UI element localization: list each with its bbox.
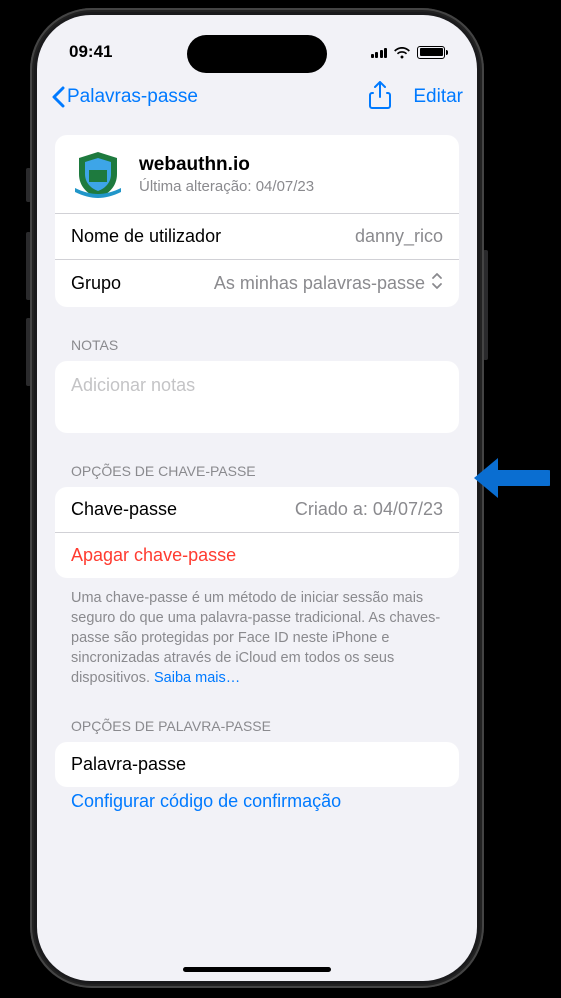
battery-icon [417, 46, 445, 59]
username-row[interactable]: Nome de utilizador danny_rico [55, 213, 459, 259]
edit-button[interactable]: Editar [413, 86, 463, 108]
passkey-info: Uma chave-passe é um método de iniciar s… [55, 578, 459, 688]
share-icon[interactable] [369, 81, 391, 114]
site-subtitle: Última alteração: 04/07/23 [139, 178, 314, 195]
status-time: 09:41 [69, 42, 112, 62]
password-label: Palavra-passe [71, 754, 186, 774]
delete-passkey-button[interactable]: Apagar chave-passe [55, 532, 459, 578]
group-row[interactable]: Grupo As minhas palavras-passe [55, 259, 459, 307]
notes-field[interactable]: Adicionar notas [55, 361, 459, 433]
navigation-bar: Palavras-passe Editar [37, 73, 477, 121]
callout-arrow-icon [470, 454, 550, 507]
setup-verification-code-button[interactable]: Configurar código de confirmação [55, 787, 459, 812]
phone-frame: 09:41 Palavras-passe Editar [30, 8, 484, 988]
passkey-card: Chave-passe Criado a: 04/07/23 Apagar ch… [55, 487, 459, 578]
account-card: webauthn.io Última alteração: 04/07/23 N… [55, 135, 459, 307]
back-label: Palavras-passe [67, 86, 198, 108]
learn-more-link[interactable]: Saiba mais… [154, 670, 240, 686]
username-value: danny_rico [355, 226, 443, 247]
password-card: Palavra-passe [55, 742, 459, 787]
passkey-label: Chave-passe [71, 499, 177, 520]
notes-placeholder: Adicionar notas [71, 375, 195, 395]
passkey-row[interactable]: Chave-passe Criado a: 04/07/23 [55, 487, 459, 532]
site-title: webauthn.io [139, 154, 314, 176]
account-header[interactable]: webauthn.io Última alteração: 04/07/23 [55, 135, 459, 213]
notes-header: NOTAS [55, 307, 459, 361]
back-button[interactable]: Palavras-passe [51, 86, 198, 108]
home-indicator[interactable] [183, 967, 331, 972]
screen: 09:41 Palavras-passe Editar [37, 15, 477, 981]
cellular-signal-icon [371, 46, 388, 58]
wifi-icon [393, 46, 411, 59]
dynamic-island [187, 35, 327, 73]
group-label: Grupo [71, 273, 121, 294]
delete-passkey-label: Apagar chave-passe [71, 545, 236, 566]
updown-icon [431, 272, 443, 295]
content-scroll[interactable]: webauthn.io Última alteração: 04/07/23 N… [37, 121, 477, 947]
password-row[interactable]: Palavra-passe [55, 742, 459, 787]
passkey-options-header: OPÇÕES DE CHAVE-PASSE [55, 433, 459, 487]
group-value: As minhas palavras-passe [214, 273, 425, 294]
username-label: Nome de utilizador [71, 226, 221, 247]
passkey-created: Criado a: 04/07/23 [295, 499, 443, 520]
password-options-header: OPÇÕES DE PALAVRA-PASSE [55, 688, 459, 742]
site-icon [71, 147, 125, 201]
